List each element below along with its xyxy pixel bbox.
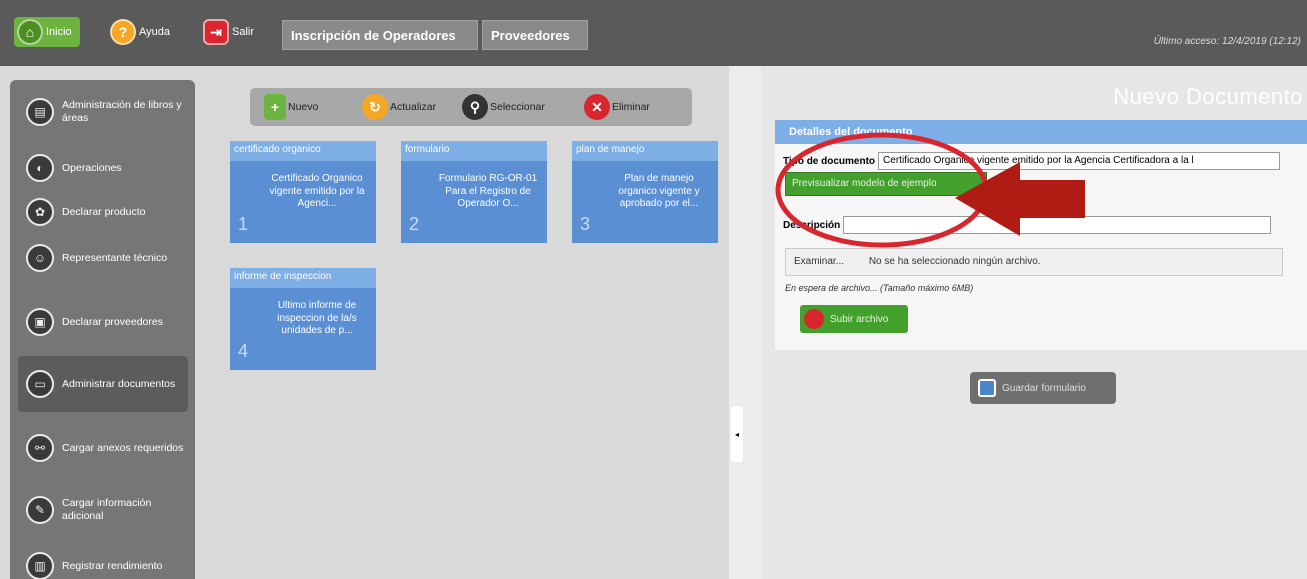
upload-icon (804, 309, 824, 329)
home-icon: ⌂ (17, 19, 43, 45)
sidebar-item-cargar-anexos[interactable]: ⚯ Cargar anexos requeridos (18, 422, 188, 474)
eliminar-label: Eliminar (612, 101, 650, 113)
sidebar-item-label: Representante técnico (62, 251, 168, 264)
details-header: Detalles del documento (775, 120, 1307, 144)
card-head: informe de inspeccion (230, 268, 376, 288)
sidebar-item-libros[interactable]: ▤ Administración de libros y áreas (18, 86, 188, 138)
sidebar-item-declarar-proveedores[interactable]: ▣ Declarar proveedores (18, 296, 188, 348)
product-icon: ✿ (26, 198, 54, 226)
file-hint: En espera de archivo... (Tamaño máximo 6… (785, 283, 974, 293)
sidebar-item-registrar-rendimiento[interactable]: ▥ Registrar rendimiento (18, 540, 188, 579)
top-bar: ⌂ Inicio ? Ayuda ⇥ Salir Inscripción de … (0, 0, 1307, 66)
sidebar-item-cargar-informacion[interactable]: ✎ Cargar información adicional (18, 484, 188, 536)
examinar-button[interactable]: Examinar... (794, 256, 844, 267)
supplier-icon: ▣ (26, 308, 54, 336)
file-chooser[interactable]: Examinar... No se ha seleccionado ningún… (785, 248, 1283, 276)
descripcion-row: Descripción (783, 216, 1272, 234)
sidebar-item-label: Operaciones (62, 161, 122, 174)
sidebar-item-label: Administrar documentos (62, 377, 176, 390)
guardar-label: Guardar formulario (1002, 382, 1086, 394)
ayuda-button[interactable]: ? Ayuda (110, 18, 170, 46)
sidebar-item-administrar-documentos[interactable]: ▭ Administrar documentos (18, 356, 188, 412)
document-details: Detalles del documento Tipo de documento… (775, 120, 1307, 350)
card-head: plan de manejo (572, 141, 718, 161)
document-card-1[interactable]: certificado organico Certificado Organic… (230, 141, 376, 243)
card-text: Plan de manejo organico vigente y aproba… (618, 173, 700, 209)
sidebar: ▤ Administración de libros y áreas ◐ Ope… (10, 80, 195, 579)
guardar-formulario-button[interactable]: Guardar formulario (970, 372, 1116, 404)
inicio-label: Inicio (46, 26, 72, 38)
card-number: 4 (238, 341, 249, 361)
seleccionar-button[interactable]: ⚲ Seleccionar (462, 93, 545, 121)
plus-icon: + (264, 94, 286, 120)
sidebar-item-label: Registrar rendimiento (62, 559, 163, 572)
no-file-text: No se ha seleccionado ningún archivo. (868, 256, 1041, 267)
info-icon: ✎ (26, 496, 54, 524)
sidebar-item-label: Cargar anexos requeridos (62, 441, 184, 454)
ayuda-label: Ayuda (139, 26, 170, 38)
tipo-select[interactable]: Certificado Organico vigente emitido por… (878, 152, 1281, 170)
card-number: 2 (409, 214, 420, 234)
document-toolbar: + Nuevo ↻ Actualizar ⚲ Seleccionar ✕ Eli… (250, 88, 692, 126)
inicio-button[interactable]: ⌂ Inicio (14, 17, 80, 47)
descripcion-label: Descripción (783, 219, 841, 231)
panel-splitter[interactable]: ◂ (729, 66, 761, 579)
chevron-left-icon: ◂ (734, 429, 739, 439)
select-icon: ⚲ (462, 94, 488, 120)
actualizar-button[interactable]: ↻ Actualizar (362, 93, 436, 121)
previsualizar-button[interactable]: Previsualizar modelo de ejemplo (785, 172, 987, 196)
people-icon: ☺ (26, 244, 54, 272)
document-card-3[interactable]: plan de manejo Plan de manejo organico v… (572, 141, 718, 243)
refresh-icon: ↻ (362, 94, 388, 120)
sidebar-item-label: Administración de libros y áreas (62, 99, 182, 124)
card-text: Ultimo informe de inspeccion de la/s uni… (277, 300, 357, 336)
card-number: 1 (238, 214, 249, 234)
help-icon: ? (110, 19, 136, 45)
attach-icon: ⚯ (26, 434, 54, 462)
sidebar-item-label: Declarar proveedores (62, 315, 163, 328)
card-head: formulario (401, 141, 547, 161)
subir-archivo-button[interactable]: Subir archivo (800, 305, 908, 333)
eliminar-button[interactable]: ✕ Eliminar (584, 93, 650, 121)
collapse-handle[interactable]: ◂ (731, 406, 743, 462)
tab-inscripcion-operadores[interactable]: Inscripción de Operadores (282, 20, 478, 50)
tipo-row: Tipo de documento Certificado Organico v… (783, 152, 1281, 170)
subir-label: Subir archivo (830, 313, 889, 325)
salir-label: Salir (232, 26, 255, 38)
books-icon: ▤ (26, 98, 54, 126)
seleccionar-label: Seleccionar (490, 101, 545, 113)
card-head: certificado organico (230, 141, 376, 161)
sidebar-item-label: Cargar información adicional (62, 497, 152, 522)
panel-title: Nuevo Documento (1113, 84, 1303, 109)
card-number: 3 (580, 214, 591, 234)
card-text: Formulario RG-OR-01 Para el Registro de … (438, 173, 538, 209)
exit-icon: ⇥ (203, 19, 229, 45)
nuevo-button[interactable]: + Nuevo (264, 93, 318, 121)
sidebar-item-label: Declarar producto (62, 205, 146, 218)
card-text: Certificado Organico vigente emitido por… (269, 173, 365, 209)
chart-icon: ▥ (26, 552, 54, 579)
document-card-4[interactable]: informe de inspeccion Ultimo informe de … (230, 268, 376, 370)
descripcion-input[interactable] (843, 216, 1272, 234)
last-access-text: Último acceso: 12/4/2019 (12:12) (1153, 36, 1301, 47)
salir-button[interactable]: ⇥ Salir (203, 18, 254, 46)
delete-icon: ✕ (584, 94, 610, 120)
operations-icon: ◐ (26, 154, 54, 182)
sidebar-item-representante[interactable]: ☺ Representante técnico (18, 232, 188, 284)
tab-proveedores[interactable]: Proveedores (482, 20, 588, 50)
document-icon: ▭ (26, 370, 54, 398)
save-icon (978, 379, 996, 397)
nuevo-label: Nuevo (288, 101, 319, 113)
document-card-2[interactable]: formulario Formulario RG-OR-01 Para el R… (401, 141, 547, 243)
sidebar-item-declarar-producto[interactable]: ✿ Declarar producto (18, 186, 188, 238)
actualizar-label: Actualizar (390, 101, 437, 113)
tipo-label: Tipo de documento (783, 155, 876, 167)
new-document-panel: Nuevo Documento Detalles del documento T… (761, 66, 1307, 579)
